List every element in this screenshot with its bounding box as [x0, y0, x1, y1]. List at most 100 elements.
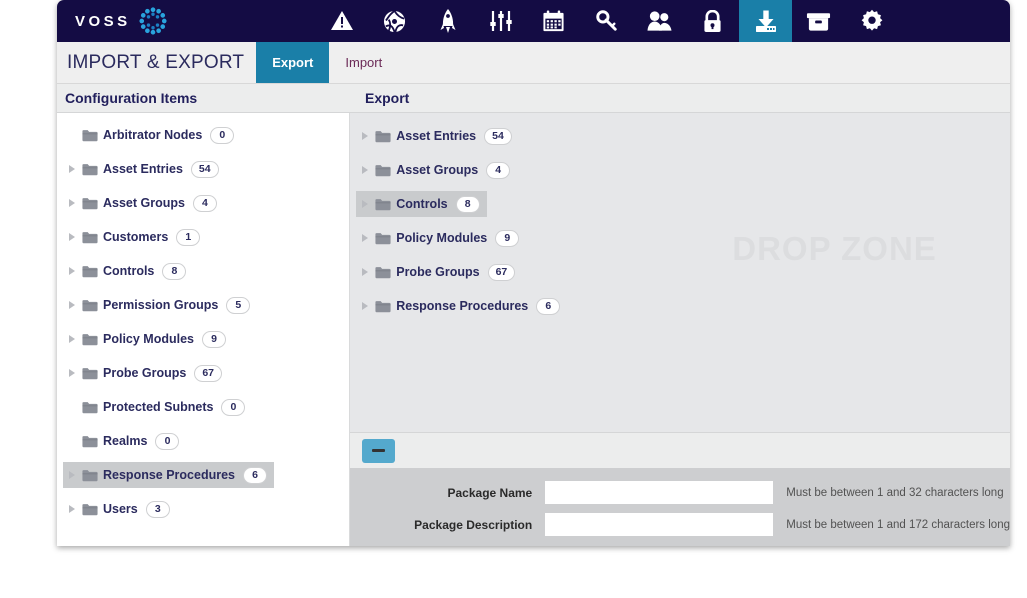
network-globe-icon[interactable] [368, 0, 421, 42]
expand-caret-right-icon[interactable] [66, 504, 77, 515]
folder-icon [82, 503, 98, 516]
config-tree-item[interactable]: Permission Groups5 [57, 288, 349, 322]
sliders-settings-icon[interactable] [474, 0, 527, 42]
expand-caret-right-icon[interactable] [66, 334, 77, 345]
item-count-badge: 9 [495, 230, 519, 247]
expand-caret-right-icon[interactable] [359, 199, 370, 210]
item-count-badge: 4 [486, 162, 510, 179]
brand-logo[interactable]: VOSS [57, 6, 168, 36]
expand-caret-right-icon[interactable] [66, 470, 77, 481]
export-tree-item[interactable]: Asset Entries 54 [350, 119, 1010, 153]
alert-warning-icon[interactable] [315, 0, 368, 42]
tree-item-label: Response Procedures [103, 468, 235, 482]
expand-caret-right-icon[interactable] [359, 233, 370, 244]
tree-item-label: Probe Groups [103, 366, 186, 380]
package-description-input[interactable] [545, 513, 773, 536]
item-count-badge: 9 [202, 331, 226, 348]
folder-icon [82, 401, 98, 414]
config-tree-item[interactable]: Policy Modules9 [57, 322, 349, 356]
export-panel-header: Export [355, 90, 409, 106]
tree-item-label: Probe Groups [396, 265, 479, 279]
lock-icon[interactable] [686, 0, 739, 42]
folder-icon [82, 367, 98, 380]
export-tree-item[interactable]: Asset Groups4 [350, 153, 1010, 187]
tree-item-label: Users [103, 502, 138, 516]
folder-icon [82, 333, 98, 346]
expand-caret-right-icon[interactable] [359, 131, 370, 142]
item-count-badge: 8 [162, 263, 186, 280]
export-drop-zone[interactable]: Asset Entries 54 Asset Groups4 Controls8 Pol… [350, 113, 1010, 432]
tree-item-inner: Probe Groups67 [356, 259, 522, 285]
config-tree-item[interactable]: Probe Groups 67 [57, 356, 349, 390]
expand-caret-right-icon[interactable] [66, 368, 77, 379]
export-tree-item[interactable]: Controls8 [350, 187, 1010, 221]
folder-icon [82, 435, 98, 448]
download-import-export-icon[interactable] [739, 0, 792, 42]
tab-export[interactable]: Export [256, 42, 329, 83]
minus-glyph [372, 449, 385, 452]
expand-caret-right-icon[interactable] [66, 198, 77, 209]
voss-dot-circle-logo [138, 6, 168, 36]
package-description-row: Package Description Must be between 1 an… [350, 513, 1010, 536]
tree-item-inner: Permission Groups5 [63, 292, 257, 318]
folder-icon [82, 469, 98, 482]
package-name-input[interactable] [545, 481, 773, 504]
tree-item-inner: Response Procedures 6 [63, 462, 274, 488]
expand-caret-right-icon[interactable] [66, 300, 77, 311]
config-tree-item[interactable]: Response Procedures 6 [57, 458, 349, 492]
calendar-icon[interactable] [527, 0, 580, 42]
rocket-icon[interactable] [421, 0, 474, 42]
expand-caret-right-icon[interactable] [359, 165, 370, 176]
export-tree-item[interactable]: Response Procedures6 [350, 289, 1010, 323]
tree-item-inner: Controls8 [63, 258, 193, 284]
tree-item-label: Asset Groups [103, 196, 185, 210]
tree-item-inner: Asset Groups4 [356, 157, 517, 183]
tree-item-label: Response Procedures [396, 299, 528, 313]
folder-icon [82, 231, 98, 244]
tab-import[interactable]: Import [329, 42, 398, 83]
tree-item-label: Asset Entries [103, 162, 183, 176]
tree-item-inner: Customers1 [63, 224, 207, 250]
key-icon[interactable] [580, 0, 633, 42]
folder-icon [375, 130, 391, 143]
config-tree-item[interactable]: Controls8 [57, 254, 349, 288]
export-items-tree: Asset Entries 54 Asset Groups4 Controls8 Pol… [350, 119, 1010, 323]
gear-settings-icon[interactable] [845, 0, 898, 42]
item-count-badge: 6 [243, 467, 267, 484]
tree-item-inner: Policy Modules 9 [356, 225, 526, 251]
users-icon[interactable] [633, 0, 686, 42]
tree-item-label: Policy Modules [396, 231, 487, 245]
export-form: Package Name Must be between 1 and 32 ch… [350, 468, 1010, 546]
expand-caret-right-icon[interactable] [66, 164, 77, 175]
expand-caret-right-icon[interactable] [66, 232, 77, 243]
item-count-badge: 67 [194, 365, 222, 382]
expand-caret-right-icon[interactable] [359, 267, 370, 278]
tree-item-inner: Policy Modules9 [63, 326, 233, 352]
top-navigation-bar: VOSS [57, 0, 1010, 42]
config-tree-item[interactable]: Users3 [57, 492, 349, 526]
archive-box-icon[interactable] [792, 0, 845, 42]
tree-item-inner: Protected Subnets0 [63, 394, 252, 420]
expand-caret-right-icon[interactable] [359, 301, 370, 312]
folder-icon [375, 300, 391, 313]
item-count-badge: 1 [176, 229, 200, 246]
item-count-badge: 8 [456, 196, 480, 213]
config-tree-item[interactable]: Asset Entries54 [57, 152, 349, 186]
config-tree-item[interactable]: Protected Subnets0 [57, 390, 349, 424]
config-tree-item[interactable]: Asset Groups4 [57, 186, 349, 220]
minus-icon[interactable] [362, 439, 395, 463]
tree-item-inner: Asset Entries54 [63, 156, 226, 182]
item-count-badge: 0 [210, 127, 234, 144]
tree-item-inner: Asset Groups4 [63, 190, 224, 216]
item-count-badge: 54 [484, 128, 512, 145]
tree-item-inner: Arbitrator Nodes0 [63, 122, 241, 148]
item-count-badge: 0 [221, 399, 245, 416]
tree-item-label: Asset Entries [396, 129, 476, 143]
expand-caret-right-icon[interactable] [66, 266, 77, 277]
tree-item-inner: Probe Groups 67 [63, 360, 229, 386]
tree-item-label: Permission Groups [103, 298, 218, 312]
config-tree-item[interactable]: Realms0 [57, 424, 349, 458]
config-tree-item[interactable]: Arbitrator Nodes0 [57, 118, 349, 152]
config-tree-item[interactable]: Customers1 [57, 220, 349, 254]
drop-zone-label: DROP ZONE [732, 230, 937, 268]
